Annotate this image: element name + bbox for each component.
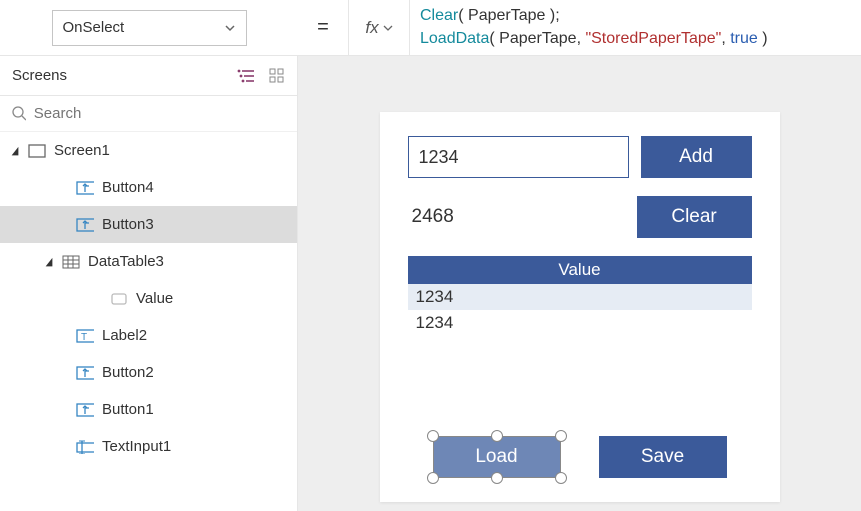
sidebar-title: Screens: [12, 67, 67, 84]
button-icon: [76, 365, 94, 381]
list-view-icon[interactable]: [237, 68, 255, 84]
top-bar: OnSelect = fx Clear( PaperTape );LoadDat…: [0, 0, 861, 56]
data-table[interactable]: Value 12341234: [408, 256, 752, 336]
button-icon: [76, 402, 94, 418]
main-area: Screens: [0, 56, 861, 511]
formula-bar[interactable]: Clear( PaperTape );LoadData( PaperTape, …: [410, 0, 861, 56]
tree-expand-icon[interactable]: ◢: [11, 144, 19, 157]
chevron-down-icon: [383, 23, 393, 33]
screens-tree: ◢ Screen1 Button4 Button3 ◢ DataTable3 Value T L…: [0, 132, 297, 511]
svg-text:T: T: [81, 332, 87, 343]
tree-item-value[interactable]: Value: [0, 280, 297, 317]
tree-item-label: Screen1: [54, 142, 110, 159]
button-icon: [76, 180, 94, 196]
search-icon: [12, 106, 26, 121]
total-label: 2468: [408, 206, 625, 228]
tree-item-button3[interactable]: Button3: [0, 206, 297, 243]
clear-button[interactable]: Clear: [637, 196, 752, 238]
screen-icon: [28, 143, 46, 159]
tree-item-label: Button4: [102, 179, 154, 196]
tree-item-textinput1[interactable]: TextInput1: [0, 428, 297, 465]
tree-item-label: Button2: [102, 364, 154, 381]
resize-handle[interactable]: [427, 472, 439, 484]
table-row[interactable]: 1234: [408, 284, 752, 310]
resize-handle[interactable]: [491, 472, 503, 484]
add-button[interactable]: Add: [641, 136, 752, 178]
number-input[interactable]: [408, 136, 629, 178]
tree-item-label: Button1: [102, 401, 154, 418]
tree-item-label: Label2: [102, 327, 147, 344]
equals-sign: =: [298, 16, 348, 39]
search-input[interactable]: [34, 105, 285, 122]
app-preview-screen[interactable]: Add 2468 Clear Value 12341234 Load: [380, 112, 780, 502]
sidebar-header: Screens: [0, 56, 297, 96]
tree-item-datatable3[interactable]: ◢ DataTable3: [0, 243, 297, 280]
table-row[interactable]: 1234: [408, 310, 752, 336]
fx-dropdown[interactable]: fx: [348, 0, 410, 56]
tree-item-label: DataTable3: [88, 253, 164, 270]
tree-expand-icon[interactable]: ◢: [45, 255, 53, 268]
datatable-icon: [62, 254, 80, 270]
textinput-icon: [76, 439, 94, 455]
resize-handle[interactable]: [555, 472, 567, 484]
button-icon: [76, 217, 94, 233]
sidebar-view-icons: [237, 68, 285, 84]
tree-item-label2[interactable]: T Label2: [0, 317, 297, 354]
fx-label: fx: [365, 18, 378, 38]
property-dropdown-label: OnSelect: [63, 19, 125, 36]
field-icon: [110, 291, 128, 307]
resize-handle[interactable]: [427, 430, 439, 442]
resize-handle[interactable]: [491, 430, 503, 442]
save-button[interactable]: Save: [599, 436, 727, 478]
label-icon: T: [76, 328, 94, 344]
tree-item-button2[interactable]: Button2: [0, 354, 297, 391]
canvas-area: Add 2468 Clear Value 12341234 Load: [298, 56, 861, 511]
property-dropdown[interactable]: OnSelect: [52, 10, 247, 46]
data-table-header: Value: [408, 256, 752, 284]
tree-item-label: Value: [136, 290, 173, 307]
tree-item-label: TextInput1: [102, 438, 171, 455]
load-button-selected[interactable]: Load: [433, 436, 561, 478]
tree-item-label: Button3: [102, 216, 154, 233]
tree-item-button1[interactable]: Button1: [0, 391, 297, 428]
resize-handle[interactable]: [555, 430, 567, 442]
sidebar-search: [0, 96, 297, 132]
screens-sidebar: Screens: [0, 56, 298, 511]
grid-view-icon[interactable]: [269, 68, 285, 84]
property-select-container: OnSelect: [0, 0, 298, 55]
tree-item-screen1[interactable]: ◢ Screen1: [0, 132, 297, 169]
chevron-down-icon: [224, 22, 236, 34]
tree-item-button4[interactable]: Button4: [0, 169, 297, 206]
